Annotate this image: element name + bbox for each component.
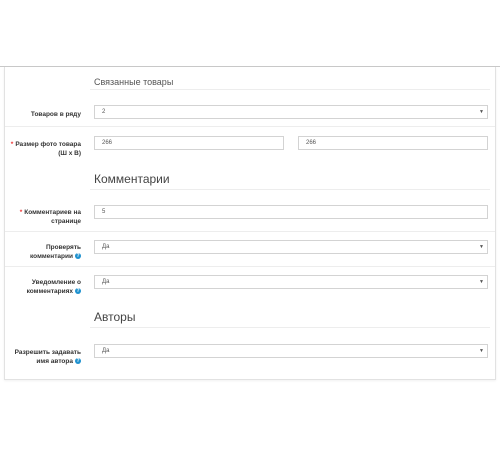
label-allow-author-name-text: Разрешить задавать имя автора bbox=[14, 349, 81, 365]
allow-author-name-value: Да bbox=[102, 348, 110, 354]
help-icon[interactable]: ? bbox=[75, 253, 81, 260]
label-moderate-comments-text: Проверять комментарии bbox=[30, 244, 81, 260]
divider bbox=[5, 231, 495, 232]
required-icon: * bbox=[19, 209, 23, 216]
divider bbox=[90, 189, 490, 190]
label-photo-size-text: Размер фото товара (Ш x В) bbox=[15, 141, 81, 157]
photo-height-value: 266 bbox=[306, 140, 317, 146]
label-allow-author-name: Разрешить задавать имя автора? bbox=[5, 348, 81, 366]
moderate-comments-select[interactable]: Да ▼ bbox=[94, 240, 488, 254]
comment-notification-value: Да bbox=[102, 279, 110, 285]
divider bbox=[5, 126, 495, 127]
products-per-row-value: 2 bbox=[102, 109, 106, 115]
comments-per-page-value: 5 bbox=[102, 209, 106, 215]
label-comments-per-page-text: Комментариев на странице bbox=[24, 209, 81, 225]
moderate-comments-value: Да bbox=[102, 244, 110, 250]
label-photo-size: * Размер фото товара (Ш x В) bbox=[5, 140, 81, 158]
divider bbox=[90, 327, 490, 328]
allow-author-name-select[interactable]: Да ▼ bbox=[94, 344, 488, 358]
photo-width-value: 266 bbox=[102, 140, 113, 146]
chevron-down-icon: ▼ bbox=[479, 244, 484, 250]
chevron-down-icon: ▼ bbox=[479, 348, 484, 354]
section-title-related: Связанные товары bbox=[94, 77, 174, 87]
required-icon: * bbox=[10, 141, 14, 148]
chevron-down-icon: ▼ bbox=[479, 279, 484, 285]
products-per-row-select[interactable]: 2 ▼ bbox=[94, 105, 488, 119]
label-comment-notification: Уведомление о комментариях? bbox=[5, 278, 81, 296]
chevron-down-icon: ▼ bbox=[479, 109, 484, 115]
section-title-authors: Авторы bbox=[94, 310, 136, 324]
divider bbox=[90, 89, 490, 90]
section-title-comments: Комментарии bbox=[94, 172, 170, 186]
comment-notification-select[interactable]: Да ▼ bbox=[94, 275, 488, 289]
divider bbox=[5, 266, 495, 267]
label-comments-per-page: * Комментариев на странице bbox=[5, 208, 81, 226]
settings-panel: Связанные товары Товаров в ряду 2 ▼ * Раз… bbox=[4, 67, 496, 380]
photo-height-input[interactable]: 266 bbox=[298, 136, 488, 150]
label-products-per-row: Товаров в ряду bbox=[30, 111, 81, 118]
label-moderate-comments: Проверять комментарии? bbox=[5, 243, 81, 261]
comments-per-page-input[interactable]: 5 bbox=[94, 205, 488, 219]
help-icon[interactable]: ? bbox=[75, 358, 81, 365]
label-comment-notification-text: Уведомление о комментариях bbox=[26, 279, 81, 295]
photo-width-input[interactable]: 266 bbox=[94, 136, 284, 150]
help-icon[interactable]: ? bbox=[75, 288, 81, 295]
